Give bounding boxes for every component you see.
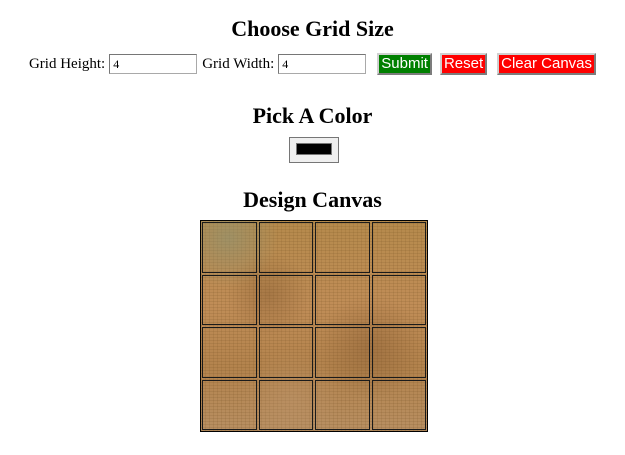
grid-width-label: Grid Width:	[202, 55, 275, 72]
grid-cell[interactable]	[371, 327, 426, 378]
grid-cell[interactable]	[258, 274, 313, 325]
design-canvas	[200, 220, 428, 432]
pixel-art-page: Choose Grid Size Grid Height: Grid Width…	[0, 0, 625, 455]
pick-color-heading: Pick A Color	[252, 103, 373, 128]
color-swatch	[296, 143, 332, 155]
grid-cell[interactable]	[202, 379, 257, 430]
grid-cell[interactable]	[371, 379, 426, 430]
clear-canvas-button[interactable]: Clear Canvas	[497, 53, 597, 75]
grid-cell[interactable]	[202, 327, 257, 378]
grid-size-form: Grid Height: Grid Width: Submit Reset Cl…	[0, 53, 625, 75]
design-canvas-heading: Design Canvas	[243, 187, 382, 212]
grid-cell[interactable]	[258, 222, 313, 273]
grid-size-heading: Choose Grid Size	[231, 16, 394, 41]
grid-cell[interactable]	[315, 274, 370, 325]
reset-button[interactable]: Reset	[439, 53, 488, 75]
grid-height-input[interactable]	[109, 54, 198, 74]
grid-cell[interactable]	[371, 274, 426, 325]
color-picker[interactable]	[289, 137, 339, 163]
grid-cell[interactable]	[202, 274, 257, 325]
grid-cell[interactable]	[315, 379, 370, 430]
grid-cell[interactable]	[315, 222, 370, 273]
grid-height-label: Grid Height:	[28, 55, 106, 72]
grid-cell[interactable]	[371, 222, 426, 273]
grid-cell[interactable]	[258, 379, 313, 430]
grid-cell[interactable]	[315, 327, 370, 378]
grid-cell[interactable]	[202, 222, 257, 273]
grid-cell[interactable]	[258, 327, 313, 378]
submit-button[interactable]: Submit	[377, 53, 432, 75]
grid-width-input[interactable]	[278, 54, 367, 74]
